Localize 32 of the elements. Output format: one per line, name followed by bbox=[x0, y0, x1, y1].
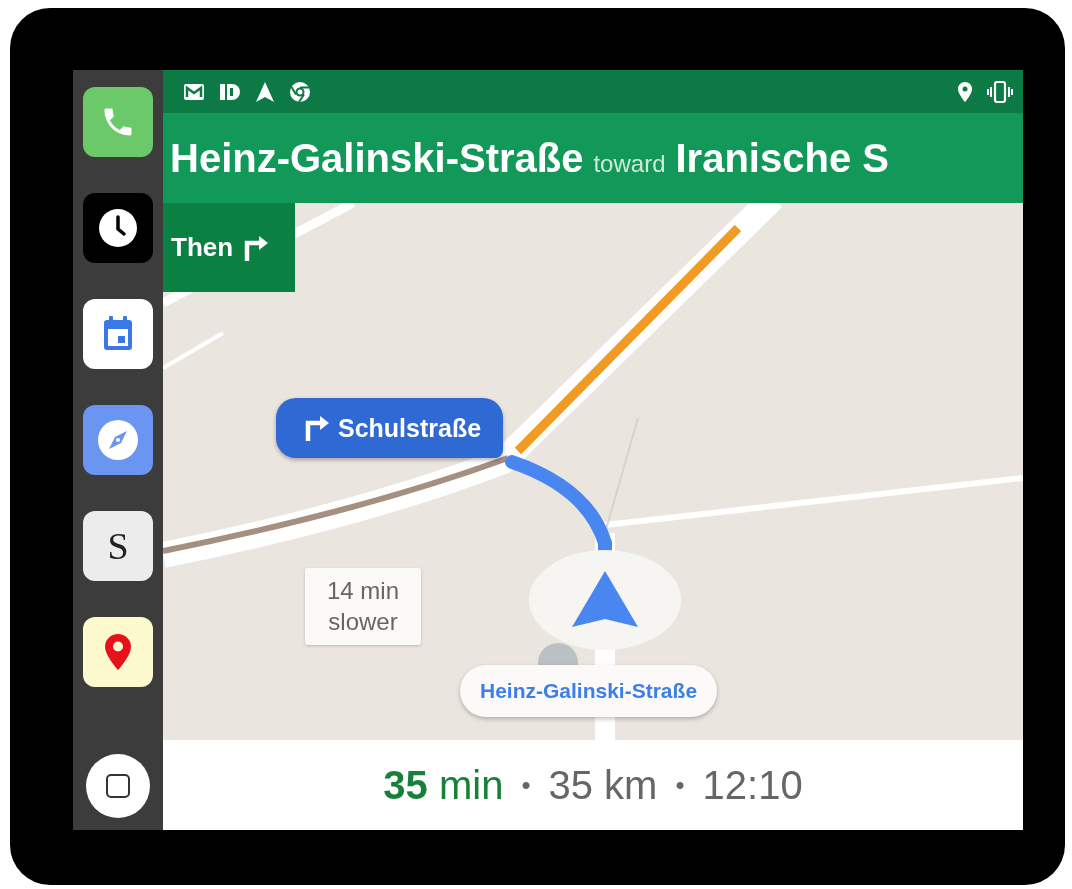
app-tile[interactable] bbox=[83, 405, 153, 475]
separator-dot: • bbox=[521, 769, 531, 801]
chrome-icon bbox=[289, 80, 311, 103]
id-badge-icon bbox=[219, 82, 241, 101]
app-letter: S bbox=[107, 524, 129, 568]
distance-text: 35 km bbox=[548, 762, 658, 808]
street-name: Heinz-Galinski-Straße bbox=[170, 135, 584, 181]
square-icon bbox=[105, 773, 131, 799]
turn-right-icon bbox=[243, 234, 270, 261]
arrival-time: 12:10 bbox=[702, 762, 803, 808]
app-tile[interactable] bbox=[83, 617, 153, 687]
app-tile[interactable] bbox=[83, 87, 153, 157]
current-road-label: Heinz-Galinski-Straße bbox=[460, 665, 718, 717]
destination-name: Iranische S bbox=[675, 135, 889, 181]
app-tile[interactable] bbox=[83, 299, 153, 369]
app-tile[interactable] bbox=[83, 193, 153, 263]
map-pin-icon bbox=[104, 633, 132, 671]
position-marker-icon bbox=[528, 549, 682, 651]
traffic-delay-note: 14 min slower bbox=[305, 568, 421, 645]
duration-text: 35 min bbox=[383, 762, 504, 808]
separator-dot: • bbox=[675, 769, 685, 801]
clock-icon bbox=[98, 208, 138, 248]
toward-label: toward bbox=[593, 150, 666, 178]
callout-street: Schulstraße bbox=[338, 413, 482, 443]
navigation-arrow-icon bbox=[255, 80, 275, 103]
mail-icon bbox=[183, 82, 205, 101]
turn-right-icon bbox=[304, 415, 330, 441]
vibrate-icon bbox=[987, 80, 1013, 103]
app-tile[interactable]: S bbox=[83, 511, 153, 581]
compass-icon bbox=[97, 419, 139, 461]
location-pin-icon bbox=[957, 80, 973, 103]
then-label: Then bbox=[171, 232, 234, 263]
